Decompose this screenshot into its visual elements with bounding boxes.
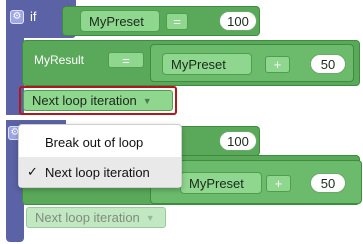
loop-control-label-2: Next loop iteration <box>35 210 140 225</box>
loop-control-dropdown: Break out of loop ✓ Next loop iteration <box>18 124 182 188</box>
chevron-down-icon[interactable]: ▼ <box>146 213 155 223</box>
chevron-down-icon[interactable]: ▼ <box>143 96 152 106</box>
expression-variable-2[interactable]: MyPreset <box>180 172 262 194</box>
condition-variable[interactable]: MyPreset <box>80 10 160 32</box>
expression-operator[interactable]: + <box>265 56 290 73</box>
condition-value-2[interactable]: 100 <box>219 131 257 151</box>
set-operator[interactable]: = <box>108 52 144 68</box>
gear-icon[interactable]: ⚙ <box>10 10 24 24</box>
checkmark-icon: ✓ <box>27 164 38 179</box>
loop-control-label: Next loop iteration <box>32 93 137 108</box>
loop-control-block-2[interactable]: Next loop iteration ▼ <box>26 207 166 228</box>
expression-value-2[interactable]: 50 <box>310 173 346 193</box>
condition-operator[interactable]: = <box>166 13 188 30</box>
expression-variable[interactable]: MyPreset <box>162 53 252 75</box>
set-variable-label[interactable]: MyResult <box>34 53 84 67</box>
dropdown-option-break[interactable]: Break out of loop <box>19 127 181 157</box>
expression-value[interactable]: 50 <box>310 54 346 74</box>
dropdown-option-next[interactable]: ✓ Next loop iteration <box>19 157 181 187</box>
expression-operator-2[interactable]: + <box>266 175 291 192</box>
condition-value[interactable]: 100 <box>219 11 257 31</box>
loop-control-block[interactable]: Next loop iteration ▼ <box>23 90 173 111</box>
if-keyword: if <box>30 9 37 24</box>
